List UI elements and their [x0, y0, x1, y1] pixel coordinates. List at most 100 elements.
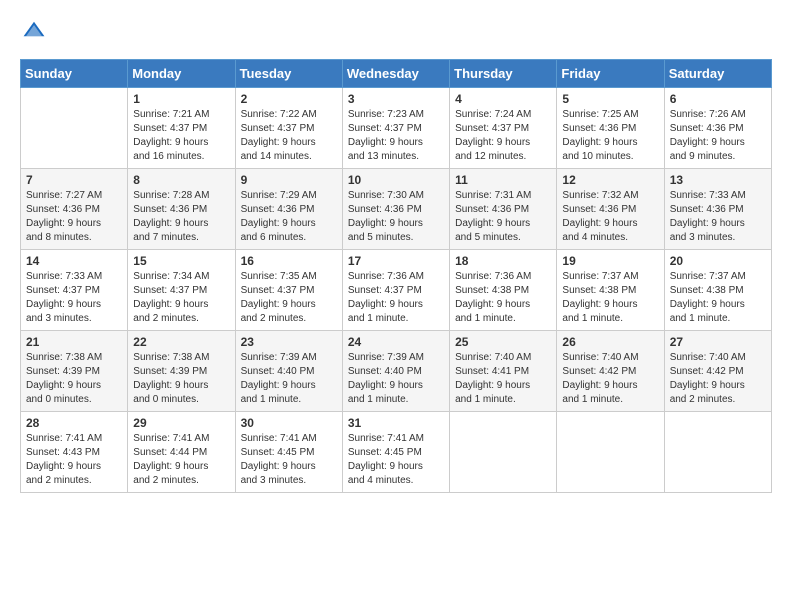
- day-info: Sunrise: 7:36 AM Sunset: 4:38 PM Dayligh…: [455, 270, 551, 326]
- weekday-header-tuesday: Tuesday: [235, 60, 342, 88]
- day-number: 9: [241, 173, 337, 187]
- day-number: 24: [348, 335, 444, 349]
- day-number: 22: [133, 335, 229, 349]
- day-number: 16: [241, 254, 337, 268]
- weekday-header-sunday: Sunday: [21, 60, 128, 88]
- day-number: 2: [241, 92, 337, 106]
- weekday-header-thursday: Thursday: [450, 60, 557, 88]
- calendar-cell: 5 Sunrise: 7:25 AM Sunset: 4:36 PM Daylig…: [557, 88, 664, 169]
- day-number: 25: [455, 335, 551, 349]
- week-row-3: 21 Sunrise: 7:38 AM Sunset: 4:39 PM Dayli…: [21, 331, 772, 412]
- calendar-cell: 25 Sunrise: 7:40 AM Sunset: 4:41 PM Dayli…: [450, 331, 557, 412]
- weekday-header-saturday: Saturday: [664, 60, 771, 88]
- calendar-cell: 28 Sunrise: 7:41 AM Sunset: 4:43 PM Dayli…: [21, 412, 128, 493]
- calendar-cell: 20 Sunrise: 7:37 AM Sunset: 4:38 PM Dayli…: [664, 250, 771, 331]
- calendar-cell: 8Sunrise: 7:28 AM Sunset: 4:36 PM Daylig…: [128, 169, 235, 250]
- weekday-header-wednesday: Wednesday: [342, 60, 449, 88]
- calendar-cell: 2 Sunrise: 7:22 AM Sunset: 4:37 PM Daylig…: [235, 88, 342, 169]
- calendar-cell: [557, 412, 664, 493]
- calendar-cell: 18 Sunrise: 7:36 AM Sunset: 4:38 PM Dayli…: [450, 250, 557, 331]
- day-number: 19: [562, 254, 658, 268]
- day-info: Sunrise: 7:33 AM Sunset: 4:37 PM Dayligh…: [26, 270, 122, 326]
- logo: [20, 20, 50, 43]
- day-info: Sunrise: 7:26 AM Sunset: 4:36 PM Dayligh…: [670, 108, 766, 164]
- day-number: 15: [133, 254, 229, 268]
- day-info: Sunrise: 7:22 AM Sunset: 4:37 PM Dayligh…: [241, 108, 337, 164]
- calendar-cell: 23Sunrise: 7:39 AM Sunset: 4:40 PM Dayli…: [235, 331, 342, 412]
- calendar-cell: 17 Sunrise: 7:36 AM Sunset: 4:37 PM Dayli…: [342, 250, 449, 331]
- calendar-cell: 3 Sunrise: 7:23 AM Sunset: 4:37 PM Daylig…: [342, 88, 449, 169]
- day-number: 4: [455, 92, 551, 106]
- calendar-cell: 12Sunrise: 7:32 AM Sunset: 4:36 PM Dayli…: [557, 169, 664, 250]
- day-number: 8: [133, 173, 229, 187]
- day-number: 13: [670, 173, 766, 187]
- weekday-header-monday: Monday: [128, 60, 235, 88]
- day-info: Sunrise: 7:34 AM Sunset: 4:37 PM Dayligh…: [133, 270, 229, 326]
- day-info: Sunrise: 7:21 AM Sunset: 4:37 PM Dayligh…: [133, 108, 229, 164]
- calendar-cell: 11 Sunrise: 7:31 AM Sunset: 4:36 PM Dayli…: [450, 169, 557, 250]
- day-info: Sunrise: 7:37 AM Sunset: 4:38 PM Dayligh…: [562, 270, 658, 326]
- day-info: Sunrise: 7:41 AM Sunset: 4:45 PM Dayligh…: [241, 432, 337, 488]
- day-info: Sunrise: 7:25 AM Sunset: 4:36 PM Dayligh…: [562, 108, 658, 164]
- day-info: Sunrise: 7:35 AM Sunset: 4:37 PM Dayligh…: [241, 270, 337, 326]
- day-number: 11: [455, 173, 551, 187]
- calendar-cell: 19 Sunrise: 7:37 AM Sunset: 4:38 PM Dayli…: [557, 250, 664, 331]
- day-info: Sunrise: 7:37 AM Sunset: 4:38 PM Dayligh…: [670, 270, 766, 326]
- calendar-cell: 30 Sunrise: 7:41 AM Sunset: 4:45 PM Dayli…: [235, 412, 342, 493]
- day-number: 31: [348, 416, 444, 430]
- calendar-cell: 21 Sunrise: 7:38 AM Sunset: 4:39 PM Dayli…: [21, 331, 128, 412]
- day-info: Sunrise: 7:31 AM Sunset: 4:36 PM Dayligh…: [455, 189, 551, 245]
- day-number: 21: [26, 335, 122, 349]
- calendar-header-row: SundayMondayTuesdayWednesdayThursdayFrid…: [21, 60, 772, 88]
- day-info: Sunrise: 7:30 AM Sunset: 4:36 PM Dayligh…: [348, 189, 444, 245]
- calendar-cell: 14 Sunrise: 7:33 AM Sunset: 4:37 PM Dayli…: [21, 250, 128, 331]
- day-info: Sunrise: 7:40 AM Sunset: 4:41 PM Dayligh…: [455, 351, 551, 407]
- header: [20, 20, 772, 43]
- calendar-cell: 27Sunrise: 7:40 AM Sunset: 4:42 PM Dayli…: [664, 331, 771, 412]
- calendar-cell: 16 Sunrise: 7:35 AM Sunset: 4:37 PM Dayli…: [235, 250, 342, 331]
- calendar-cell: [664, 412, 771, 493]
- day-number: 17: [348, 254, 444, 268]
- day-number: 14: [26, 254, 122, 268]
- day-number: 27: [670, 335, 766, 349]
- calendar-cell: 1 Sunrise: 7:21 AM Sunset: 4:37 PM Daylig…: [128, 88, 235, 169]
- day-number: 23: [241, 335, 337, 349]
- day-info: Sunrise: 7:29 AM Sunset: 4:36 PM Dayligh…: [241, 189, 337, 245]
- calendar-cell: 7 Sunrise: 7:27 AM Sunset: 4:36 PM Daylig…: [21, 169, 128, 250]
- day-number: 7: [26, 173, 122, 187]
- calendar-cell: 22 Sunrise: 7:38 AM Sunset: 4:39 PM Dayli…: [128, 331, 235, 412]
- day-number: 30: [241, 416, 337, 430]
- calendar-cell: 10 Sunrise: 7:30 AM Sunset: 4:36 PM Dayli…: [342, 169, 449, 250]
- week-row-4: 28 Sunrise: 7:41 AM Sunset: 4:43 PM Dayli…: [21, 412, 772, 493]
- day-number: 10: [348, 173, 444, 187]
- day-info: Sunrise: 7:33 AM Sunset: 4:36 PM Dayligh…: [670, 189, 766, 245]
- day-info: Sunrise: 7:40 AM Sunset: 4:42 PM Dayligh…: [562, 351, 658, 407]
- calendar-cell: 24 Sunrise: 7:39 AM Sunset: 4:40 PM Dayli…: [342, 331, 449, 412]
- day-info: Sunrise: 7:38 AM Sunset: 4:39 PM Dayligh…: [133, 351, 229, 407]
- calendar: SundayMondayTuesdayWednesdayThursdayFrid…: [20, 59, 772, 493]
- day-info: Sunrise: 7:41 AM Sunset: 4:44 PM Dayligh…: [133, 432, 229, 488]
- day-info: Sunrise: 7:23 AM Sunset: 4:37 PM Dayligh…: [348, 108, 444, 164]
- day-info: Sunrise: 7:41 AM Sunset: 4:43 PM Dayligh…: [26, 432, 122, 488]
- day-number: 28: [26, 416, 122, 430]
- day-info: Sunrise: 7:32 AM Sunset: 4:36 PM Dayligh…: [562, 189, 658, 245]
- day-number: 20: [670, 254, 766, 268]
- day-info: Sunrise: 7:27 AM Sunset: 4:36 PM Dayligh…: [26, 189, 122, 245]
- day-number: 3: [348, 92, 444, 106]
- calendar-cell: 13 Sunrise: 7:33 AM Sunset: 4:36 PM Dayli…: [664, 169, 771, 250]
- week-row-0: 1 Sunrise: 7:21 AM Sunset: 4:37 PM Daylig…: [21, 88, 772, 169]
- calendar-cell: 26Sunrise: 7:40 AM Sunset: 4:42 PM Dayli…: [557, 331, 664, 412]
- day-info: Sunrise: 7:38 AM Sunset: 4:39 PM Dayligh…: [26, 351, 122, 407]
- calendar-cell: [450, 412, 557, 493]
- day-info: Sunrise: 7:36 AM Sunset: 4:37 PM Dayligh…: [348, 270, 444, 326]
- day-number: 1: [133, 92, 229, 106]
- calendar-cell: 4Sunrise: 7:24 AM Sunset: 4:37 PM Daylig…: [450, 88, 557, 169]
- day-info: Sunrise: 7:41 AM Sunset: 4:45 PM Dayligh…: [348, 432, 444, 488]
- day-info: Sunrise: 7:39 AM Sunset: 4:40 PM Dayligh…: [348, 351, 444, 407]
- calendar-cell: 15 Sunrise: 7:34 AM Sunset: 4:37 PM Dayli…: [128, 250, 235, 331]
- calendar-cell: 31 Sunrise: 7:41 AM Sunset: 4:45 PM Dayli…: [342, 412, 449, 493]
- day-number: 5: [562, 92, 658, 106]
- day-number: 29: [133, 416, 229, 430]
- day-number: 18: [455, 254, 551, 268]
- week-row-2: 14 Sunrise: 7:33 AM Sunset: 4:37 PM Dayli…: [21, 250, 772, 331]
